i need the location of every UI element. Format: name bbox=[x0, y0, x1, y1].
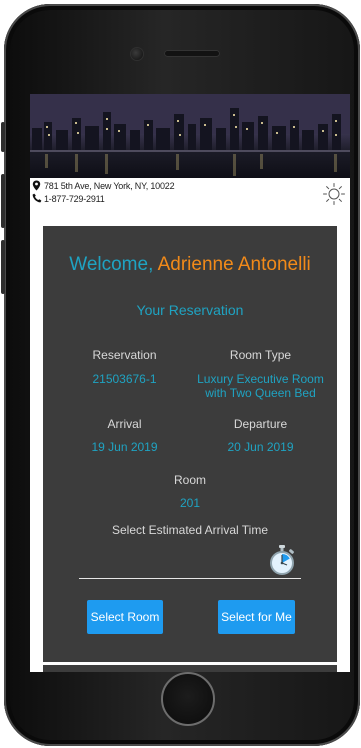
map-pin-icon bbox=[32, 180, 41, 191]
guest-name: Adrienne Antonelli bbox=[157, 254, 311, 275]
welcome-greeting: Welcome, bbox=[69, 254, 158, 275]
city-skyline-banner bbox=[30, 94, 350, 178]
skyline-graphic bbox=[30, 94, 350, 176]
welcome-heading: Welcome, Adrienne Antonelli bbox=[43, 254, 337, 276]
room-type-line-2: with Two Queen Bed bbox=[205, 386, 316, 400]
hotel-phone[interactable]: 1-877-729-2911 bbox=[44, 194, 105, 204]
phone-icon bbox=[32, 193, 42, 203]
silent-switch bbox=[1, 122, 5, 152]
reservation-card: Welcome, Adrienne Antonelli Your Reserva… bbox=[43, 226, 337, 662]
room-label: Room bbox=[173, 473, 206, 487]
stopwatch-icon[interactable] bbox=[267, 544, 297, 576]
departure-date: 20 Jun 2019 bbox=[227, 440, 294, 454]
volume-up-button bbox=[1, 174, 5, 228]
earpiece-speaker bbox=[164, 50, 220, 57]
sun-icon[interactable] bbox=[322, 182, 346, 206]
reservation-title: Your Reservation bbox=[136, 302, 244, 318]
room-number: 201 bbox=[179, 496, 201, 510]
volume-down-button bbox=[1, 240, 5, 294]
room-type-label: Room Type bbox=[229, 348, 292, 362]
hotel-address: 781 5th Ave, New York, NY, 10022 bbox=[44, 181, 175, 191]
select-for-me-button[interactable]: Select for Me bbox=[218, 600, 295, 634]
arrival-time-label: Select Estimated Arrival Time bbox=[111, 523, 269, 537]
arrival-label: Arrival bbox=[107, 417, 142, 431]
reservation-number: 21503676-1 bbox=[92, 372, 157, 386]
select-room-button[interactable]: Select Room bbox=[87, 600, 163, 634]
next-card-edge bbox=[43, 665, 337, 672]
room-type-value: Luxury Executive Room with Two Queen Bed bbox=[188, 372, 333, 400]
departure-label: Departure bbox=[233, 417, 288, 431]
home-button bbox=[161, 672, 215, 726]
arrival-time-field[interactable] bbox=[79, 578, 301, 579]
front-camera bbox=[131, 48, 143, 60]
arrival-date: 19 Jun 2019 bbox=[91, 440, 158, 454]
reservation-label: Reservation bbox=[92, 348, 157, 362]
room-type-line-1: Luxury Executive Room bbox=[197, 372, 324, 386]
app-screen: 781 5th Ave, New York, NY, 10022 1-877-7… bbox=[30, 94, 350, 672]
